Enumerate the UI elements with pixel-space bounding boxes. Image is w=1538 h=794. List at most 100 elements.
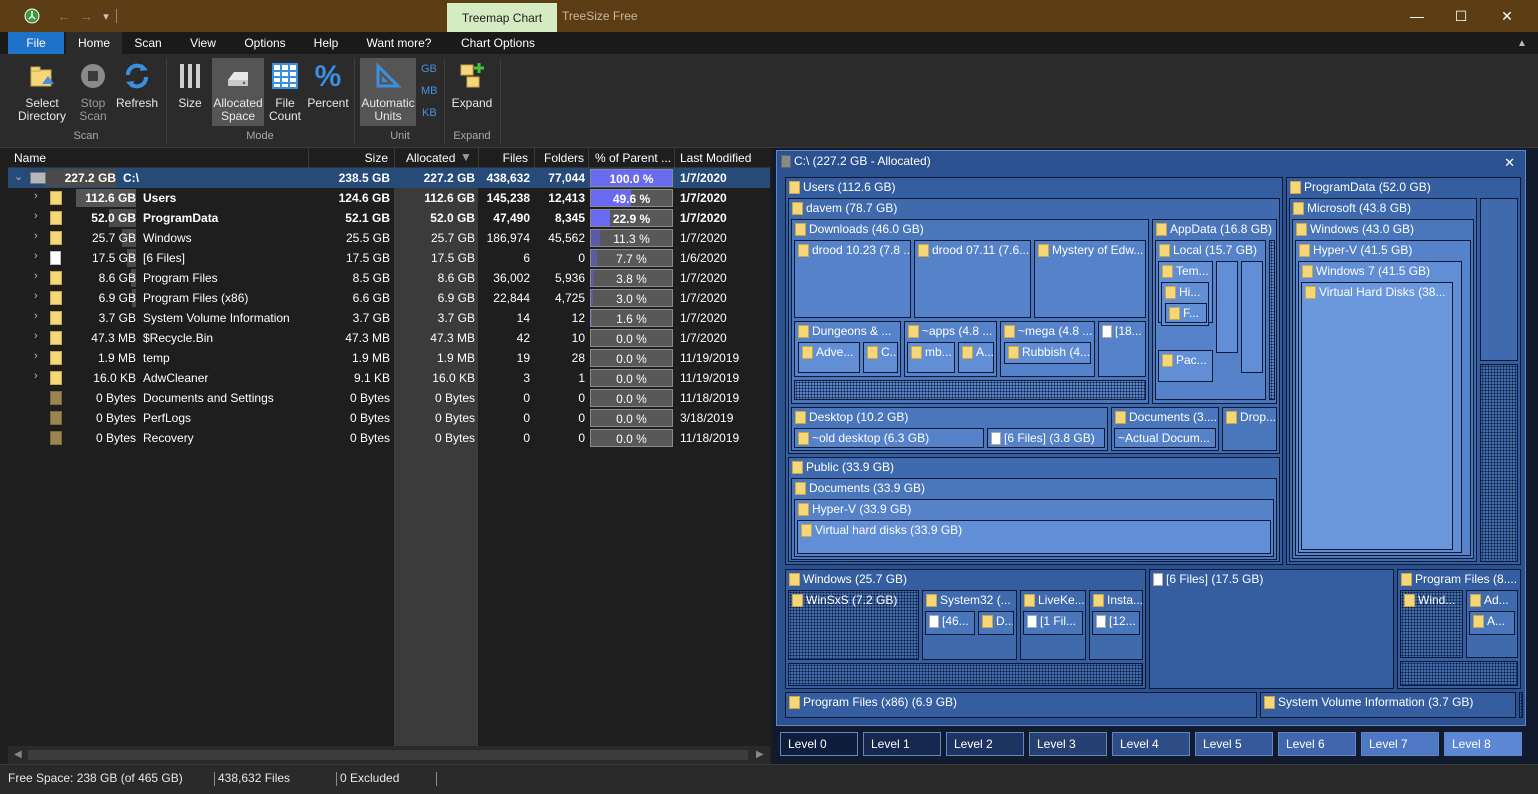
treemap-desktop-files[interactable]: [6 Files] (3.8 GB) bbox=[987, 428, 1105, 448]
percent-button[interactable]: % Percent bbox=[306, 54, 350, 128]
treemap-mystery[interactable]: Mystery of Edw... bbox=[1034, 240, 1146, 318]
treemap-pf-small[interactable] bbox=[1400, 661, 1518, 686]
treemap-actual-docum[interactable]: ~Actual Docum... bbox=[1114, 428, 1216, 448]
column-header-folders[interactable]: Folders bbox=[534, 151, 584, 165]
tab-options[interactable]: Options bbox=[236, 32, 294, 54]
treemap-vhd-pd[interactable]: Virtual Hard Disks (38... bbox=[1301, 282, 1453, 550]
refresh-button[interactable]: Refresh bbox=[114, 54, 160, 128]
stop-scan-button[interactable]: Stop Scan bbox=[74, 54, 112, 128]
table-row[interactable]: › 52.0 GB ProgramData 52.1 GB 52.0 GB 47,490 8… bbox=[8, 208, 770, 228]
close-button[interactable]: ✕ bbox=[1484, 0, 1530, 32]
table-row[interactable]: › 16.0 KB AdwCleaner 9.1 KB 16.0 KB 3 1 0.0 % 11… bbox=[8, 368, 770, 388]
treemap-local-sub2[interactable] bbox=[1241, 261, 1263, 373]
tab-help[interactable]: Help bbox=[304, 32, 348, 54]
table-row[interactable]: 0 Bytes PerfLogs 0 Bytes 0 Bytes 0 0 0.0 % 3/18… bbox=[8, 408, 770, 428]
treemap-f46[interactable]: [46... bbox=[925, 611, 975, 635]
treemap-drood-0711[interactable]: drood 07.11 (7.6... bbox=[914, 240, 1031, 318]
table-row[interactable]: › 17.5 GB [6 Files] 17.5 GB 17.5 GB 6 0 7.7 % 1/… bbox=[8, 248, 770, 268]
treemap-local-sub1[interactable] bbox=[1216, 261, 1238, 353]
level-7-button[interactable]: Level 7 bbox=[1361, 732, 1439, 756]
column-header-name[interactable]: Name bbox=[14, 151, 46, 165]
table-row[interactable]: › 1.9 MB temp 1.9 MB 1.9 MB 19 28 0.0 % 11/19/20… bbox=[8, 348, 770, 368]
table-row[interactable]: › 47.3 MB $Recycle.Bin 47.3 MB 47.3 MB 42 10 0.… bbox=[8, 328, 770, 348]
treemap-chart[interactable]: C:\ (227.2 GB - Allocated) ✕ Users (112.… bbox=[776, 150, 1526, 726]
collapse-chevron-icon[interactable]: ⌄ bbox=[14, 170, 23, 183]
table-row[interactable]: ⌄ 227.2 GB C:\ 238.5 GB 227.2 GB 438,632 77,04… bbox=[8, 168, 770, 188]
treemap-program-files-x86[interactable]: Program Files (x86) (6.9 GB) bbox=[785, 692, 1257, 718]
treemap-small-items[interactable] bbox=[794, 380, 1146, 400]
treemap-root-small[interactable] bbox=[1519, 692, 1523, 718]
column-separator[interactable] bbox=[394, 148, 395, 168]
tab-chart-options[interactable]: Chart Options bbox=[450, 32, 546, 54]
table-row[interactable]: › 8.6 GB Program Files 8.5 GB 8.6 GB 36,002 5,… bbox=[8, 268, 770, 288]
treemap-rubbish[interactable]: Rubbish (4... bbox=[1004, 342, 1091, 364]
scroll-right-icon[interactable]: ▶ bbox=[756, 749, 764, 760]
unit-kb-button[interactable]: KB bbox=[422, 107, 437, 119]
size-mode-button[interactable]: Size bbox=[170, 54, 210, 128]
treemap-c-small[interactable]: C... bbox=[863, 342, 898, 373]
forward-arrow-icon[interactable]: → bbox=[78, 8, 94, 24]
column-header-allocated[interactable]: Allocated bbox=[406, 151, 455, 165]
expand-chevron-icon[interactable]: › bbox=[34, 370, 38, 382]
table-row[interactable]: 0 Bytes Recovery 0 Bytes 0 Bytes 0 0 0.0 % 11/1… bbox=[8, 428, 770, 448]
unit-gb-button[interactable]: GB bbox=[421, 63, 437, 75]
expand-chevron-icon[interactable]: › bbox=[34, 230, 38, 242]
treemap-svi[interactable]: System Volume Information (3.7 GB) bbox=[1260, 692, 1516, 718]
treemap-windows-small[interactable] bbox=[788, 663, 1143, 686]
level-8-button[interactable]: Level 8 bbox=[1444, 732, 1522, 756]
minimize-button[interactable]: — bbox=[1394, 0, 1440, 32]
expand-chevron-icon[interactable]: › bbox=[34, 250, 38, 262]
level-6-button[interactable]: Level 6 bbox=[1278, 732, 1356, 756]
expand-chevron-icon[interactable]: › bbox=[34, 330, 38, 342]
table-row[interactable]: 0 Bytes Documents and Settings 0 Bytes 0 By… bbox=[8, 388, 770, 408]
treemap-one-fil[interactable]: [1 Fil... bbox=[1023, 611, 1083, 635]
quick-access-dropdown-icon[interactable]: ▾ bbox=[98, 8, 114, 24]
level-2-button[interactable]: Level 2 bbox=[946, 732, 1024, 756]
treemap-d-small[interactable]: D... bbox=[978, 611, 1014, 635]
treemap-wind[interactable]: Wind... bbox=[1400, 590, 1463, 658]
context-tab-treemap-chart[interactable]: Treemap Chart bbox=[447, 3, 557, 32]
treemap-dropbox[interactable]: Drop... bbox=[1222, 407, 1277, 451]
scrollbar-thumb[interactable] bbox=[28, 750, 748, 760]
treemap-a-pf[interactable]: A... bbox=[1469, 611, 1515, 635]
allocated-space-button[interactable]: Allocated Space bbox=[212, 58, 264, 126]
scroll-left-icon[interactable]: ◀ bbox=[14, 749, 22, 760]
table-row[interactable]: › 25.7 GB Windows 25.5 GB 25.7 GB 186,974 45,5… bbox=[8, 228, 770, 248]
level-4-button[interactable]: Level 4 bbox=[1112, 732, 1190, 756]
treemap-winsxs[interactable]: WinSxS (7.2 GB) bbox=[788, 590, 919, 660]
select-directory-button[interactable]: Select Directory bbox=[10, 54, 74, 128]
expand-chevron-icon[interactable]: › bbox=[34, 270, 38, 282]
treemap-drood-1023[interactable]: drood 10.23 (7.8 ... bbox=[794, 240, 911, 318]
treemap-f12[interactable]: [12... bbox=[1092, 611, 1140, 635]
table-row[interactable]: › 112.6 GB Users 124.6 GB 112.6 GB 145,238 12,… bbox=[8, 188, 770, 208]
treemap-root-files[interactable]: [6 Files] (17.5 GB) bbox=[1149, 569, 1394, 689]
treemap-pac[interactable]: Pac... bbox=[1158, 350, 1213, 382]
column-header-size[interactable]: Size bbox=[308, 151, 388, 165]
expand-chevron-icon[interactable]: › bbox=[34, 350, 38, 362]
column-header-last-modified[interactable]: Last Modified bbox=[680, 151, 751, 165]
column-separator[interactable] bbox=[588, 148, 589, 168]
table-row[interactable]: › 3.7 GB System Volume Information 3.7 GB 3.… bbox=[8, 308, 770, 328]
treemap-old-desktop[interactable]: ~old desktop (6.3 GB) bbox=[794, 428, 984, 448]
column-separator[interactable] bbox=[674, 148, 675, 168]
treemap-adve[interactable]: Adve... bbox=[798, 342, 860, 373]
treemap-appdata-small[interactable] bbox=[1269, 240, 1275, 400]
back-arrow-icon[interactable]: ← bbox=[56, 8, 72, 24]
level-3-button[interactable]: Level 3 bbox=[1029, 732, 1107, 756]
tab-want-more[interactable]: Want more? bbox=[358, 32, 440, 54]
treemap-a-small[interactable]: A... bbox=[958, 342, 994, 373]
treemap-close-icon[interactable]: ✕ bbox=[1504, 155, 1515, 171]
expand-chevron-icon[interactable]: › bbox=[34, 210, 38, 222]
treemap-mb[interactable]: mb... bbox=[907, 342, 955, 373]
automatic-units-button[interactable]: Automatic Units bbox=[360, 58, 416, 126]
treemap-vhd-public[interactable]: Virtual hard disks (33.9 GB) bbox=[797, 520, 1271, 554]
treemap-f[interactable]: F... bbox=[1165, 303, 1207, 323]
table-row[interactable]: › 6.9 GB Program Files (x86) 6.6 GB 6.9 GB 22… bbox=[8, 288, 770, 308]
treemap-files-18[interactable]: [18... bbox=[1098, 321, 1146, 377]
app-logo-icon[interactable] bbox=[24, 8, 40, 24]
level-0-button[interactable]: Level 0 bbox=[780, 732, 858, 756]
level-1-button[interactable]: Level 1 bbox=[863, 732, 941, 756]
ribbon-collapse-icon[interactable]: ▲ bbox=[1512, 32, 1532, 54]
expand-chevron-icon[interactable]: › bbox=[34, 310, 38, 322]
expand-button[interactable]: Expand bbox=[450, 54, 494, 128]
